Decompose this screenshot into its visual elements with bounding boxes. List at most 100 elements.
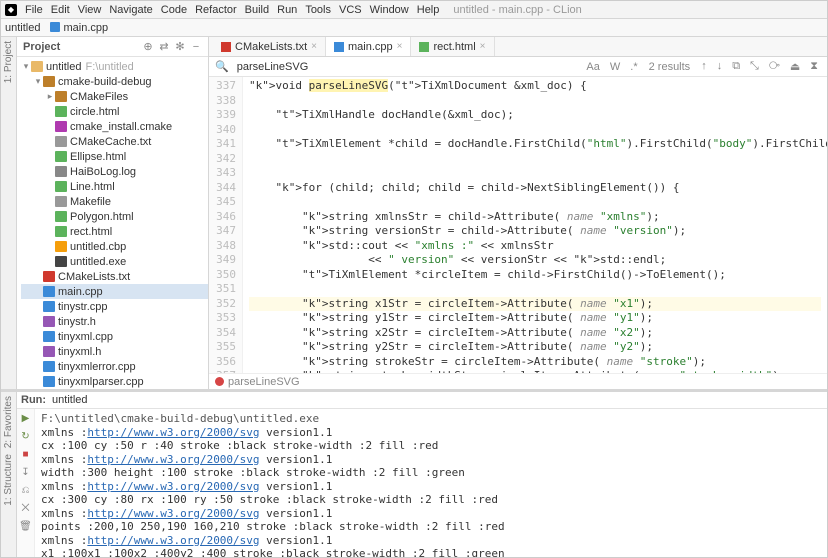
code-line[interactable]: "k">string x1Str = circleItem->Attribute…	[249, 297, 821, 312]
menu-window[interactable]: Window	[370, 4, 409, 16]
tree-node[interactable]: tinyxml.cpp	[21, 329, 208, 344]
run-tool-button[interactable]: ↧	[19, 466, 33, 480]
menu-refactor[interactable]: Refactor	[195, 4, 237, 16]
search-option[interactable]: W	[607, 61, 623, 73]
code-line[interactable]: "k">string stroke_widthStr = circleItem-…	[249, 369, 821, 373]
menu-vcs[interactable]: VCS	[339, 4, 362, 16]
code-text[interactable]: "k">void parseLineSVG("t">TiXmlDocument …	[243, 77, 827, 373]
code-line[interactable]: "t">TiXmlHandle docHandle(&xml_doc);	[249, 108, 821, 123]
run-tool-button[interactable]: ▶	[19, 412, 33, 426]
tree-node[interactable]: main.cpp	[21, 284, 208, 299]
menu-edit[interactable]: Edit	[51, 4, 70, 16]
code-line[interactable]	[249, 152, 821, 167]
tree-node[interactable]: CMakeCache.txt	[21, 134, 208, 149]
tree-node[interactable]: circle.html	[21, 104, 208, 119]
tree-node[interactable]: untitled.exe	[21, 254, 208, 269]
search-option[interactable]: Aa	[583, 61, 602, 73]
code-line[interactable]	[249, 282, 821, 297]
run-config-tab[interactable]: untitled	[52, 394, 87, 406]
code-line[interactable]	[249, 166, 821, 181]
tree-node[interactable]: cmake_install.cmake	[21, 119, 208, 134]
tree-node[interactable]: rect.html	[21, 224, 208, 239]
console-output[interactable]: F:\untitled\cmake-build-debug\untitled.e…	[35, 409, 827, 557]
code-line[interactable]: "t">TiXmlElement *child = docHandle.Firs…	[249, 137, 821, 152]
close-icon[interactable]: ×	[480, 41, 486, 52]
menu-build[interactable]: Build	[245, 4, 269, 16]
code-line[interactable]: "k">std::cout << "xmlns :" << xmlnsStr	[249, 239, 821, 254]
code-editor[interactable]: 3373383393403413423433443453463473483493…	[209, 77, 827, 373]
search-query[interactable]: parseLineSVG	[237, 61, 576, 73]
menu-view[interactable]: View	[78, 4, 102, 16]
tree-node[interactable]: ▾ untitledF:\untitled	[21, 59, 208, 74]
console-link[interactable]: http://www.w3.org/2000/svg	[87, 480, 259, 493]
code-line[interactable]: "k">string x2Str = circleItem->Attribute…	[249, 326, 821, 341]
tool-tab-project[interactable]: 1: Project	[3, 41, 14, 83]
search-nav-button[interactable]: ↑	[698, 60, 710, 73]
editor-tab[interactable]: CMakeLists.txt ×	[213, 37, 326, 56]
tree-node[interactable]: tinystr.h	[21, 314, 208, 329]
run-tool-button[interactable]: 🗑	[19, 520, 33, 534]
search-nav-button[interactable]: ⧗	[807, 60, 821, 73]
code-line[interactable]: "k">void parseLineSVG("t">TiXmlDocument …	[249, 79, 821, 94]
tree-node[interactable]: tinyxmlerror.cpp	[21, 359, 208, 374]
menu-code[interactable]: Code	[161, 4, 187, 16]
tree-node[interactable]: Polygon.html	[21, 209, 208, 224]
tool-tab-structure[interactable]: 1: Structure	[3, 454, 14, 506]
run-tool-button[interactable]: ⎌	[19, 484, 33, 498]
tree-arrow-icon[interactable]: ▸	[45, 91, 55, 102]
tree-arrow-icon[interactable]: ▾	[33, 76, 43, 87]
tree-node[interactable]: Makefile	[21, 194, 208, 209]
console-link[interactable]: http://www.w3.org/2000/svg	[87, 426, 259, 439]
expand-icon[interactable]: ⊕	[142, 41, 154, 53]
code-line[interactable]	[249, 195, 821, 210]
run-tool-button[interactable]: ⨉	[19, 502, 33, 516]
menu-help[interactable]: Help	[417, 4, 440, 16]
close-icon[interactable]: ×	[311, 41, 317, 52]
tree-node[interactable]: tinyxml.h	[21, 344, 208, 359]
tree-node[interactable]: tinystr.cpp	[21, 299, 208, 314]
code-line[interactable]: "k">string y2Str = circleItem->Attribute…	[249, 340, 821, 355]
console-link[interactable]: http://www.w3.org/2000/svg	[87, 507, 259, 520]
code-line[interactable]: "k">string xmlnsStr = child->Attribute( …	[249, 210, 821, 225]
error-indicator-icon[interactable]	[215, 377, 224, 386]
code-line[interactable]	[249, 94, 821, 109]
tree-arrow-icon[interactable]: ▾	[21, 61, 31, 72]
search-nav-button[interactable]: ⏏	[787, 60, 803, 73]
tree-node[interactable]: Ellipse.html	[21, 149, 208, 164]
console-link[interactable]: http://www.w3.org/2000/svg	[87, 534, 259, 547]
code-line[interactable]: "k">string strokeStr = circleItem->Attri…	[249, 355, 821, 370]
menu-run[interactable]: Run	[277, 4, 297, 16]
code-line[interactable]: "k">string versionStr = child->Attribute…	[249, 224, 821, 239]
gear-icon[interactable]: ✻	[174, 41, 186, 53]
editor-tab[interactable]: rect.html ×	[411, 37, 494, 56]
search-nav-button[interactable]: ⧂	[766, 60, 783, 73]
code-line[interactable]	[249, 123, 821, 138]
code-line[interactable]: "k">for (child; child; child = child->Ne…	[249, 181, 821, 196]
search-nav-button[interactable]: ⤡	[747, 60, 762, 73]
tree-node[interactable]: HaiBoLog.log	[21, 164, 208, 179]
editor-tab[interactable]: main.cpp ×	[326, 37, 411, 56]
search-nav-button[interactable]: ↓	[714, 60, 726, 73]
tool-tab-favorites[interactable]: 2: Favorites	[3, 396, 14, 448]
console-link[interactable]: http://www.w3.org/2000/svg	[87, 453, 259, 466]
project-tree[interactable]: ▾ untitledF:\untitled ▾ cmake-build-debu…	[17, 57, 208, 389]
breadcrumb-project[interactable]: untitled	[5, 22, 40, 34]
current-symbol[interactable]: parseLineSVG	[228, 376, 300, 388]
tree-node[interactable]: untitled.cbp	[21, 239, 208, 254]
tree-node[interactable]: ▸ CMakeFiles	[21, 89, 208, 104]
search-option[interactable]: .*	[627, 61, 640, 73]
menu-tools[interactable]: Tools	[305, 4, 331, 16]
breadcrumb-file[interactable]: main.cpp	[50, 22, 108, 34]
tree-node[interactable]: tinyxmlparser.cpp	[21, 374, 208, 389]
tree-node[interactable]: Line.html	[21, 179, 208, 194]
run-tool-button[interactable]: ■	[19, 448, 33, 462]
tree-node[interactable]: ▾ cmake-build-debug	[21, 74, 208, 89]
code-line[interactable]: "t">TiXmlElement *circleItem = child->Fi…	[249, 268, 821, 283]
sync-icon[interactable]: ⇄	[158, 41, 170, 53]
run-tool-button[interactable]: ↻	[19, 430, 33, 444]
code-line[interactable]: << " version" << versionStr << "k">std::…	[249, 253, 821, 268]
collapse-icon[interactable]: −	[190, 41, 202, 53]
close-icon[interactable]: ×	[397, 41, 403, 52]
menu-navigate[interactable]: Navigate	[109, 4, 152, 16]
code-line[interactable]: "k">string y1Str = circleItem->Attribute…	[249, 311, 821, 326]
